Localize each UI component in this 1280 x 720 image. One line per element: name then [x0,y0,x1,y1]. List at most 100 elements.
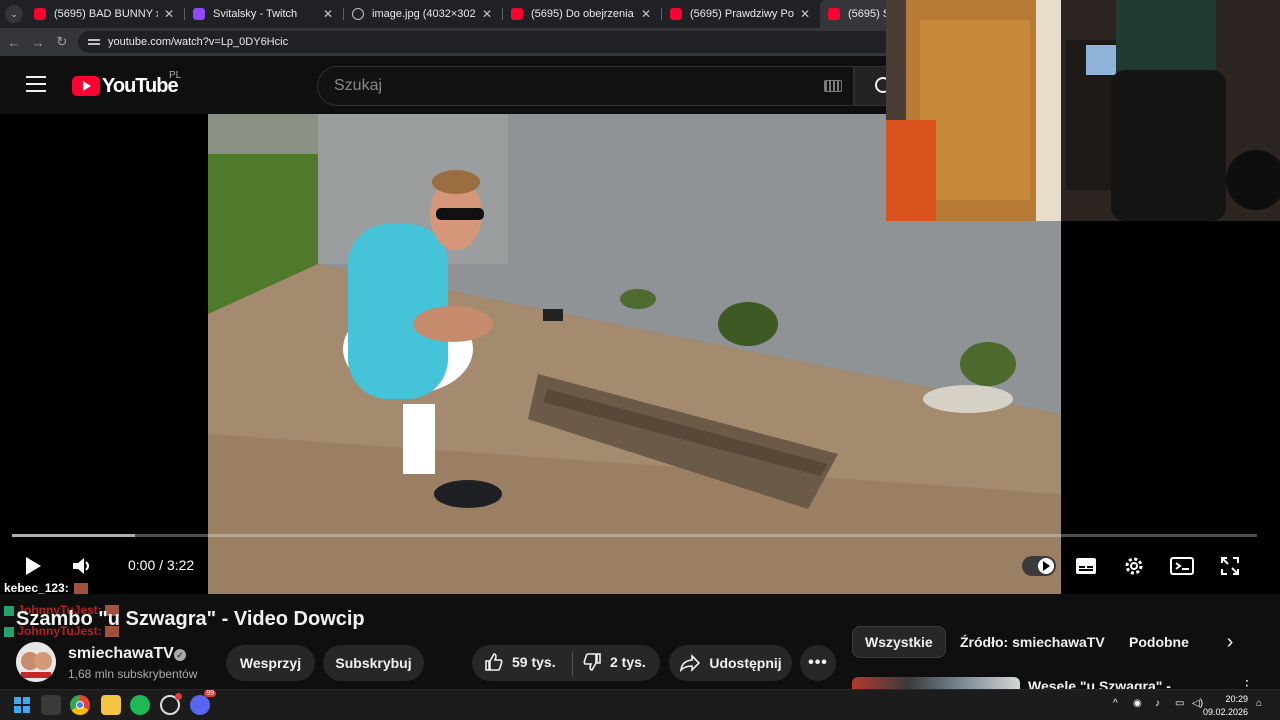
gear-icon [1125,557,1143,575]
tab-search-chevron-icon[interactable]: ⌄ [5,5,23,23]
reload-icon[interactable]: ↻ [53,33,71,51]
browser-tab[interactable]: (5695) BAD BUNNY x DRAKE - MI ✕ [26,0,182,28]
close-icon[interactable]: ✕ [641,7,651,21]
progress-buffered [12,534,135,537]
emote-icon [74,583,89,595]
play-icon [26,557,41,575]
globe-icon [352,8,364,20]
fullscreen-icon [1221,557,1239,575]
recommended-thumbnail[interactable] [852,677,1020,689]
youtube-play-logo-icon [72,76,100,96]
share-arrow-icon [680,654,701,672]
notification-bell-icon[interactable]: ⌂ [1256,698,1262,709]
tab-title: (5695) Prawdziwy Powód Upad [690,8,794,20]
theater-mode-button[interactable] [1170,556,1194,576]
badge-icon [4,626,14,637]
channel-name[interactable]: smiechawaTV [68,645,174,663]
close-icon[interactable]: ✕ [323,7,333,21]
chevron-right-icon[interactable]: › [1214,626,1246,658]
forward-arrow-icon[interactable]: → [29,33,47,51]
youtube-icon [670,8,682,20]
tab-title: (5695) Do obejrzenia - YouTube [531,8,635,20]
support-button[interactable]: Wesprzyj [226,645,315,681]
share-label: Udostępnij [709,655,782,671]
like-count: 59 tys. [512,654,556,670]
chrome-center-icon [76,701,84,709]
discord-icon[interactable]: 99 [190,690,216,715]
page-background-panel [1061,221,1280,594]
progress-bar[interactable] [12,534,1257,537]
subtitles-icon [1076,558,1096,574]
tab-title: Svitalsky - Twitch [213,8,298,20]
dislike-count: 2 tys. [610,654,646,670]
more-actions-button[interactable]: ••• [800,645,836,681]
like-divider [572,652,573,676]
thumbs-up-icon [485,653,503,671]
youtube-logo-text: YouTube [102,74,179,97]
tab-title: image.jpg (4032×3024) [372,8,476,20]
autoplay-toggle[interactable] [1022,556,1056,576]
back-arrow-icon[interactable]: ← [5,33,23,51]
browser-tab[interactable]: image.jpg (4032×3024) ✕ [344,0,500,28]
fullscreen-button[interactable] [1220,556,1240,576]
search-input[interactable] [334,77,814,95]
share-button[interactable]: Udostępnij [669,645,792,681]
windows-start-icon[interactable] [12,695,32,715]
volume-icon [73,558,89,574]
microphone-icon[interactable]: ♪ [1155,698,1160,709]
windows-taskbar: 99 ^ ◉ ♪ ▭ ◁) 20:29 09.02.2026 ⌂ [0,689,1280,720]
clock-date: 09.02.2026 [1202,707,1248,717]
subscribe-button[interactable]: Subskrybuj [323,645,424,681]
chip-all[interactable]: Wszystkie [852,626,946,658]
address-bar[interactable]: youtube.com/watch?v=Lp_0DY6Hcic [78,31,898,53]
country-code: PL [169,70,182,81]
channel-avatar[interactable] [16,642,56,682]
chip-related[interactable]: Podobne [1117,626,1201,658]
search-box[interactable] [317,66,854,106]
site-info-icon[interactable] [88,37,100,47]
task-view-icon[interactable] [41,695,61,715]
subtitles-button[interactable] [1075,556,1097,576]
time-display: 0:00 / 3:22 [128,557,195,573]
twitch-icon [193,8,205,20]
network-icon[interactable]: ▭ [1175,698,1184,709]
hamburger-menu-icon[interactable] [26,76,46,92]
browser-tab[interactable]: Svitalsky - Twitch ✕ [185,0,341,28]
browser-tab[interactable]: (5695) Prawdziwy Powód Upad ✕ [662,0,818,28]
obs-icon[interactable] [160,693,182,715]
autoplay-play-icon [1043,561,1050,571]
system-clock[interactable]: 20:29 09.02.2026 [1203,693,1248,719]
browser-tab[interactable]: (5695) Do obejrzenia - YouTube ✕ [503,0,659,28]
clock-time: 20:29 [1225,694,1248,704]
like-button[interactable]: 59 tys. [484,652,556,672]
spotify-icon[interactable] [130,695,150,715]
youtube-icon [511,8,523,20]
more-horizontal-icon: ••• [808,654,828,671]
close-icon[interactable]: ✕ [164,7,174,21]
close-icon[interactable]: ✕ [482,7,492,21]
subscriber-count: 1,68 mln subskrybentów [68,667,198,681]
youtube-icon [828,8,840,20]
close-icon[interactable]: ✕ [800,7,810,21]
play-button[interactable] [22,555,44,577]
chevron-up-icon[interactable]: ^ [1113,698,1118,709]
youtube-logo[interactable]: YouTube [72,74,179,97]
volume-button[interactable] [70,555,94,577]
video-title: Szambo "u Szwagra" - Video Dowcip [16,608,365,630]
badge-icon [4,605,14,616]
thumbs-down-icon [583,653,601,671]
youtube-icon [34,8,46,20]
verified-check-icon: ✓ [174,649,186,661]
avatar-image [16,642,56,682]
discord-tray-icon[interactable]: ◉ [1133,698,1142,709]
chat-username: kebec_123: [4,581,69,595]
chrome-icon[interactable] [70,695,90,715]
chip-source[interactable]: Źródło: smiechawaTV [948,626,1117,658]
speaker-icon[interactable]: ◁) [1192,698,1203,709]
webcam-overlay [886,0,1280,221]
dislike-button[interactable]: 2 tys. [582,652,646,672]
keyboard-icon[interactable] [824,80,842,92]
file-explorer-icon[interactable] [101,695,121,715]
tab-title: (5695) BAD BUNNY x DRAKE - MI [54,8,158,20]
settings-button[interactable] [1123,555,1145,577]
